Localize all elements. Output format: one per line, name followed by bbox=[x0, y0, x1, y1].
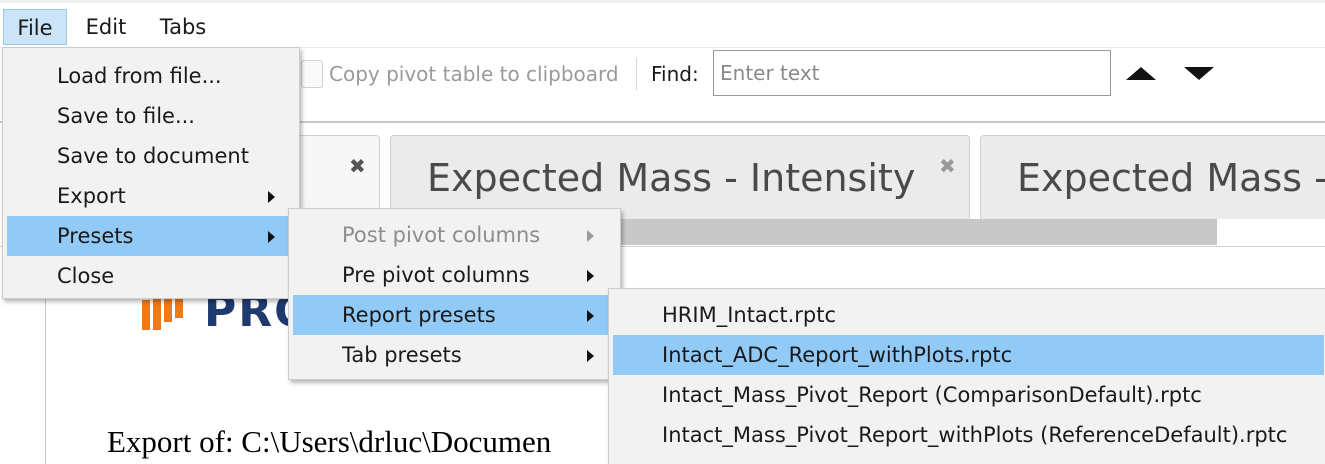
menubar-file[interactable]: File bbox=[3, 9, 67, 45]
menu-item-label: Intact_ADC_Report_withPlots.rptc bbox=[662, 343, 1013, 367]
menu-item-label: HRIM_Intact.rptc bbox=[662, 303, 836, 327]
menubar-edit[interactable]: Edit bbox=[76, 9, 136, 45]
menu-item-intact-mass-pivot-report-comparison[interactable]: Intact_Mass_Pivot_Report (ComparisonDefa… bbox=[613, 375, 1324, 415]
presets-submenu: Post pivot columns Pre pivot columns Rep… bbox=[288, 208, 621, 380]
copy-pivot-table-button[interactable]: Copy pivot table to clipboard bbox=[329, 62, 619, 86]
menu-item-label: Close bbox=[57, 264, 115, 288]
tab-expected-mass[interactable]: Expected Mass - bbox=[980, 135, 1325, 219]
menu-item-presets[interactable]: Presets bbox=[7, 216, 295, 256]
file-menu: Load from file... Save to file... Save t… bbox=[2, 47, 300, 299]
find-label: Find: bbox=[651, 62, 699, 86]
menu-item-save-to-file[interactable]: Save to file... bbox=[7, 96, 295, 136]
submenu-arrow-icon bbox=[268, 231, 275, 243]
report-presets-submenu: HRIM_Intact.rptc Intact_ADC_Report_withP… bbox=[608, 288, 1325, 464]
menu-item-label: Intact_Mass_Pivot_Report (ComparisonDefa… bbox=[662, 383, 1202, 407]
horizontal-scrollbar[interactable] bbox=[617, 219, 1217, 245]
close-icon[interactable]: ✖ bbox=[349, 154, 366, 178]
submenu-arrow-icon bbox=[587, 230, 594, 242]
tab-expected-mass-intensity[interactable]: Expected Mass - Intensity ✖ bbox=[390, 135, 970, 219]
menu-item-label: Pre pivot columns bbox=[342, 263, 530, 287]
toolbar-separator bbox=[636, 58, 637, 90]
submenu-arrow-icon bbox=[268, 191, 275, 203]
menu-item-label: Save to document bbox=[57, 144, 249, 168]
close-icon[interactable]: ✖ bbox=[939, 154, 956, 178]
menu-item-label: Load from file... bbox=[57, 64, 222, 88]
menu-item-label: Export bbox=[57, 184, 126, 208]
menubar: File Edit Tabs bbox=[0, 3, 1325, 47]
menu-item-label: Tab presets bbox=[342, 343, 462, 367]
menu-item-hrim-intact[interactable]: HRIM_Intact.rptc bbox=[613, 295, 1324, 335]
menu-item-label: Post pivot columns bbox=[342, 223, 541, 247]
menu-item-label: Report presets bbox=[342, 303, 496, 327]
export-path-text: Export of: C:\Users\drluc\Documen bbox=[107, 424, 552, 459]
menu-item-post-pivot-columns: Post pivot columns bbox=[293, 215, 615, 255]
menu-item-tab-presets[interactable]: Tab presets bbox=[293, 335, 615, 375]
find-next-icon[interactable] bbox=[1184, 67, 1214, 80]
menu-item-export[interactable]: Export bbox=[7, 176, 295, 216]
menu-item-close[interactable]: Close bbox=[7, 256, 295, 296]
find-previous-icon[interactable] bbox=[1126, 67, 1156, 80]
menubar-tabs[interactable]: Tabs bbox=[150, 9, 216, 45]
find-input[interactable] bbox=[713, 50, 1111, 96]
menu-item-label: Presets bbox=[57, 224, 134, 248]
copy-icon bbox=[301, 60, 323, 88]
submenu-arrow-icon bbox=[587, 270, 594, 282]
submenu-arrow-icon bbox=[587, 350, 594, 362]
tab-label: Expected Mass - Intensity bbox=[427, 156, 916, 200]
menu-item-intact-adc-report-withplots[interactable]: Intact_ADC_Report_withPlots.rptc bbox=[613, 335, 1324, 375]
submenu-arrow-icon bbox=[587, 310, 594, 322]
menu-item-label: Save to file... bbox=[57, 104, 195, 128]
tab-label: Expected Mass - bbox=[1017, 156, 1325, 200]
menu-item-label: Intact_Mass_Pivot_Report_withPlots (Refe… bbox=[662, 423, 1288, 447]
menu-item-report-presets[interactable]: Report presets bbox=[293, 295, 615, 335]
menu-item-load-from-file[interactable]: Load from file... bbox=[7, 56, 295, 96]
menu-item-pre-pivot-columns[interactable]: Pre pivot columns bbox=[293, 255, 615, 295]
menu-item-save-to-document[interactable]: Save to document bbox=[7, 136, 295, 176]
menu-item-intact-mass-pivot-report-withplots-reference[interactable]: Intact_Mass_Pivot_Report_withPlots (Refe… bbox=[613, 415, 1324, 455]
